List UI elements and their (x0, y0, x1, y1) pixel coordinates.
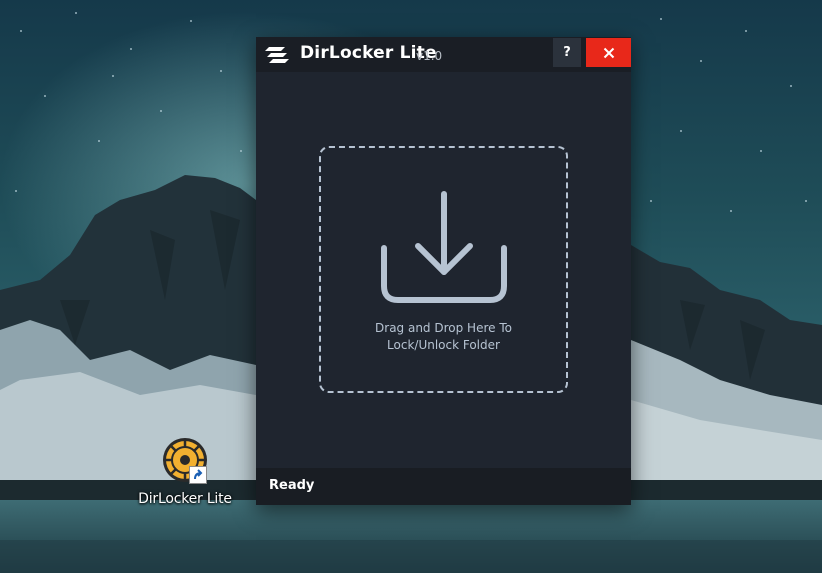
drop-zone[interactable]: Drag and Drop Here To Lock/Unlock Folder (319, 146, 568, 393)
shortcut-label: DirLocker Lite (138, 491, 232, 507)
download-tray-icon (381, 191, 507, 303)
close-button[interactable] (586, 38, 631, 67)
help-button[interactable]: ? (553, 38, 581, 67)
shortcut-arrow-icon (189, 466, 207, 484)
drop-instructions: Drag and Drop Here To Lock/Unlock Folder (321, 320, 566, 354)
title-bar[interactable]: DirLocker Lite v1.0 ? (256, 37, 631, 72)
version-label: v1.0 (416, 49, 443, 63)
drop-text-line1: Drag and Drop Here To (375, 321, 512, 335)
desktop-shortcut-dirlocker[interactable]: DirLocker Lite (134, 432, 236, 508)
status-bar: Ready (256, 468, 631, 505)
dirlocker-window: DirLocker Lite v1.0 ? Drag and Drop Here… (256, 37, 631, 505)
layers-logo-icon (265, 44, 289, 66)
status-text: Ready (269, 478, 315, 493)
drop-text-line2: Lock/Unlock Folder (387, 338, 500, 352)
close-icon (603, 47, 614, 58)
dirlocker-app-icon (161, 436, 209, 484)
